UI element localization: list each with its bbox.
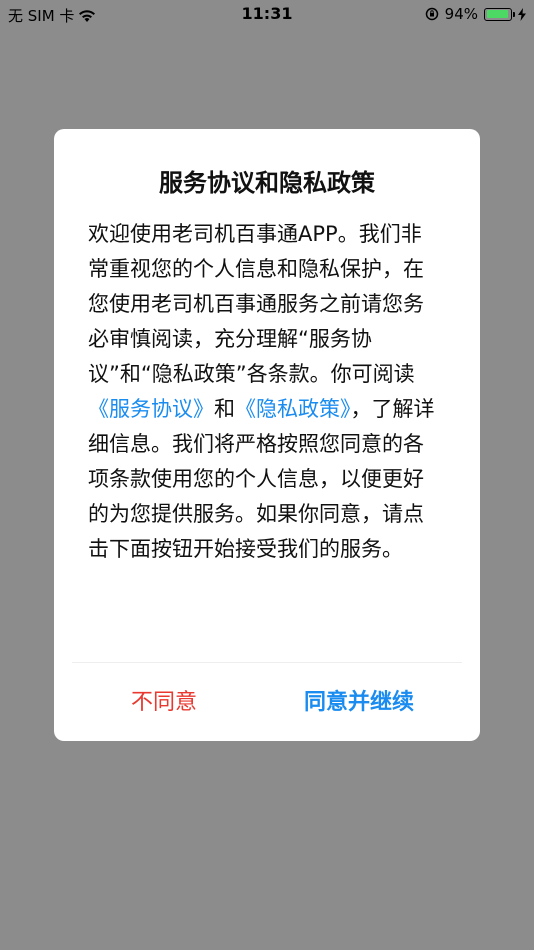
status-bar: 无 SIM 卡 11:31 94%	[0, 0, 534, 30]
dialog-title: 服务协议和隐私政策	[159, 169, 375, 197]
battery-percent: 94%	[444, 5, 478, 23]
body-text-and: 和	[214, 397, 235, 421]
privacy-policy-link[interactable]: 《隐私政策》	[235, 397, 351, 421]
service-agreement-link[interactable]: 《服务协议》	[88, 397, 214, 421]
agree-continue-button[interactable]: 同意并继续	[274, 677, 444, 727]
charging-bolt-icon	[518, 7, 526, 21]
privacy-dialog: 服务协议和隐私政策 欢迎使用老司机百事通APP。我们非常重视您的个人信息和隐私保…	[54, 129, 480, 741]
dialog-divider	[72, 662, 462, 663]
status-right: 94%	[425, 5, 526, 23]
disagree-button[interactable]: 不同意	[94, 677, 234, 727]
battery-icon	[484, 7, 515, 21]
dialog-body: 欢迎使用老司机百事通APP。我们非常重视您的个人信息和隐私保护，在您使用老司机百…	[88, 217, 440, 567]
battery-level	[486, 10, 509, 18]
body-text-details: ，了解详细信息。我们将严格按照您同意的各项条款使用您的个人信息，以便更好的为您提…	[88, 397, 435, 561]
body-text-intro: 欢迎使用老司机百事通APP。我们非常重视您的个人信息和隐私保护，在您使用老司机百…	[88, 222, 424, 386]
orientation-lock-icon	[425, 7, 438, 21]
